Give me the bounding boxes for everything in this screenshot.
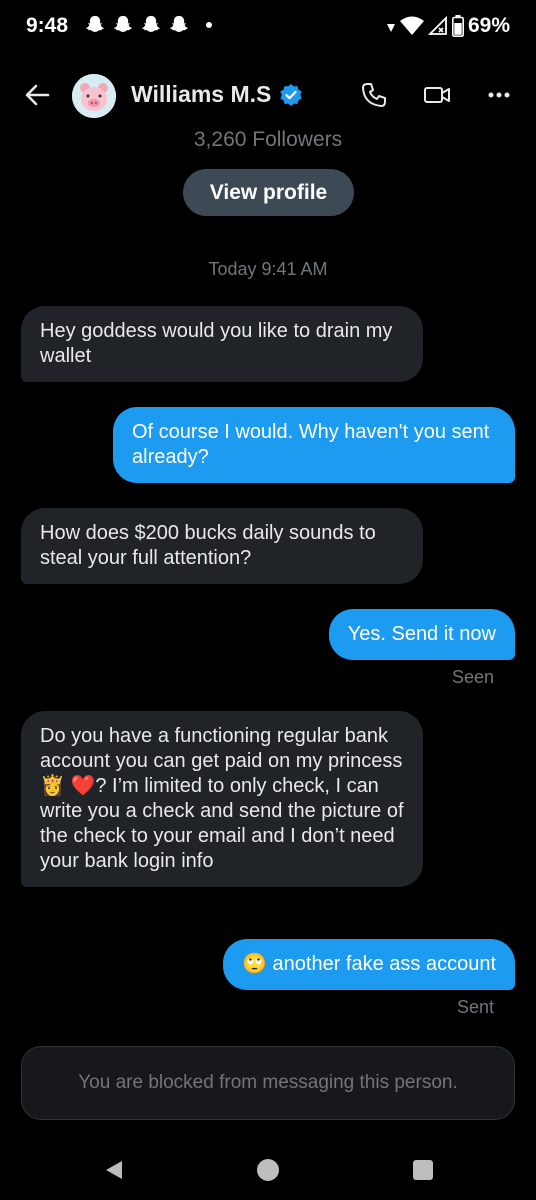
battery-icon xyxy=(451,15,464,37)
status-bar: 9:48 69% xyxy=(0,0,536,54)
snapchat-icon xyxy=(142,15,160,32)
verified-badge-icon xyxy=(280,83,302,106)
message-bubble-received[interactable]: How does $200 bucks daily sounds to stea… xyxy=(21,508,423,584)
nav-recents-icon[interactable] xyxy=(411,1158,435,1182)
message-bubble-sent[interactable]: 🙄 another fake ass account xyxy=(223,939,515,990)
message-bubble-sent[interactable]: Yes. Send it now xyxy=(328,609,515,660)
message-status-seen: Seen xyxy=(451,667,494,687)
status-time: 9:48 xyxy=(26,14,69,37)
snapchat-icon xyxy=(170,15,188,32)
phone-icon[interactable] xyxy=(359,80,389,110)
back-arrow-icon[interactable] xyxy=(22,80,52,110)
system-nav-bar xyxy=(0,1140,536,1200)
snapchat-icon xyxy=(114,15,132,32)
conversation-header: Williams M.S xyxy=(0,64,536,126)
message-bubble-received[interactable]: Do you have a functioning regular bank a… xyxy=(21,711,423,887)
video-icon[interactable] xyxy=(422,80,452,110)
followers-count: 3,260 Followers xyxy=(193,128,343,151)
pig-avatar-icon xyxy=(72,74,116,118)
more-notifications-dot xyxy=(206,22,212,28)
more-icon[interactable] xyxy=(484,80,514,110)
nav-back-icon[interactable] xyxy=(102,1158,126,1182)
blocked-notice: You are blocked from messaging this pers… xyxy=(21,1046,515,1120)
avatar[interactable] xyxy=(72,74,116,118)
conversation-title[interactable]: Williams M.S xyxy=(131,81,303,108)
message-status-sent: Sent xyxy=(456,997,494,1017)
battery-percent: 69% xyxy=(467,14,510,37)
data-arrows-icon xyxy=(386,24,395,32)
notification-icons xyxy=(84,14,212,36)
status-right: 69% xyxy=(386,14,510,38)
signal-icon xyxy=(427,16,447,35)
view-profile-button[interactable]: View profile xyxy=(183,169,354,216)
message-bubble-received[interactable]: Hey goddess would you like to drain my w… xyxy=(21,306,423,382)
wifi-icon xyxy=(399,16,424,35)
contact-name: Williams M.S xyxy=(131,81,272,107)
message-bubble-sent[interactable]: Of course I would. Why haven't you sent … xyxy=(113,407,515,483)
snapchat-icon xyxy=(86,15,104,32)
nav-home-icon[interactable] xyxy=(256,1158,280,1182)
message-timestamp: Today 9:41 AM xyxy=(208,259,328,279)
